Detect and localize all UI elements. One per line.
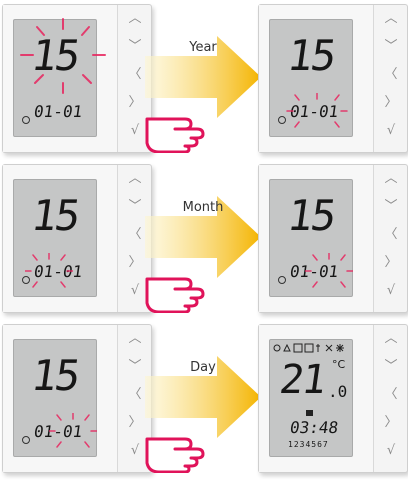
down-button[interactable]: ﹀ <box>381 39 401 55</box>
step-year: 15 01-01 ︿ ﹀ 〈 〉 √ Year 15 01-01 ︿ ﹀ 〈 〉… <box>0 2 408 153</box>
blink-burst-icon <box>20 18 106 94</box>
blink-burst-icon <box>286 93 348 128</box>
clock-digits: 03:48 <box>288 418 340 437</box>
step-month: 15 01-01 ︿ ﹀ 〈 〉 √ Month 15 01-01 ︿ ﹀ 〈 … <box>0 162 408 313</box>
left-button[interactable]: 〈 <box>381 227 401 243</box>
thermostat-before: 15 01-01 ︿ ﹀ 〈 〉 √ <box>2 324 152 473</box>
pointing-hand-icon <box>145 117 205 153</box>
step-day: 15 01-01 ︿ ﹀ 〈 〉 √ Day 21 °C .0 03:48 12… <box>0 322 408 473</box>
up-button[interactable]: ︿ <box>125 11 145 27</box>
right-button[interactable]: 〉 <box>125 415 145 431</box>
temperature-digits: 21 <box>276 357 328 403</box>
status-ring-icon <box>278 276 286 284</box>
down-button[interactable]: ﹀ <box>125 39 145 55</box>
left-button[interactable]: 〈 <box>125 387 145 403</box>
down-button[interactable]: ﹀ <box>125 359 145 375</box>
thermostat-before: 15 01-01 ︿ ﹀ 〈 〉 √ <box>2 4 152 153</box>
blink-burst-icon <box>49 413 97 448</box>
right-button[interactable]: 〉 <box>381 415 401 431</box>
thermostat-before: 15 01-01 ︿ ﹀ 〈 〉 √ <box>2 164 152 313</box>
down-button[interactable]: ﹀ <box>125 199 145 215</box>
pointing-hand-icon <box>145 277 205 313</box>
right-button[interactable]: 〉 <box>125 255 145 271</box>
left-button[interactable]: 〈 <box>381 67 401 83</box>
right-button[interactable]: 〉 <box>381 95 401 111</box>
temperature-unit: °C <box>332 358 346 371</box>
down-button[interactable]: ﹀ <box>381 199 401 215</box>
step-label: Day <box>190 360 216 375</box>
step-label: Year <box>189 40 217 55</box>
left-button[interactable]: 〈 <box>125 227 145 243</box>
up-button[interactable]: ︿ <box>125 331 145 347</box>
up-button[interactable]: ︿ <box>381 331 401 347</box>
temperature-decimal: .0 <box>328 382 348 401</box>
lcd-screen: 21 °C .0 03:48 1234567 <box>269 339 353 457</box>
ok-button[interactable]: √ <box>381 443 401 459</box>
ok-button[interactable]: √ <box>125 123 145 139</box>
ok-button[interactable]: √ <box>125 283 145 299</box>
left-button[interactable]: 〈 <box>381 387 401 403</box>
right-button[interactable]: 〉 <box>381 255 401 271</box>
year-digits: 15 <box>284 31 338 80</box>
button-column: ︿ ﹀ 〈 〉 √ <box>375 165 407 312</box>
year-digits: 15 <box>28 191 82 240</box>
thermostat-after: 15 01-01 ︿ ﹀ 〈 〉 √ <box>258 164 408 313</box>
thermostat-after: 15 01-01 ︿ ﹀ 〈 〉 √ <box>258 4 408 153</box>
status-ring-icon <box>22 436 30 444</box>
weekday-digits: 1234567 <box>288 440 329 449</box>
date-digits: 01-01 <box>32 102 84 121</box>
up-button[interactable]: ︿ <box>381 171 401 187</box>
year-digits: 15 <box>28 351 82 400</box>
up-button[interactable]: ︿ <box>125 171 145 187</box>
button-column: ︿ ﹀ 〈 〉 √ <box>375 5 407 152</box>
year-digits: 15 <box>284 191 338 240</box>
down-button[interactable]: ﹀ <box>381 359 401 375</box>
step-label: Month <box>182 200 224 215</box>
button-column: ︿ ﹀ 〈 〉 √ <box>375 325 407 472</box>
right-button[interactable]: 〉 <box>125 95 145 111</box>
up-button[interactable]: ︿ <box>381 11 401 27</box>
thermostat-home: 21 °C .0 03:48 1234567 ︿ ﹀ 〈 〉 √ <box>258 324 408 473</box>
status-icons <box>273 343 344 353</box>
ok-button[interactable]: √ <box>381 283 401 299</box>
battery-icon <box>306 410 313 416</box>
blink-burst-icon <box>25 253 73 288</box>
pointing-hand-icon <box>145 437 205 473</box>
status-ring-icon <box>22 116 30 124</box>
ok-button[interactable]: √ <box>125 443 145 459</box>
ok-button[interactable]: √ <box>381 123 401 139</box>
left-button[interactable]: 〈 <box>125 67 145 83</box>
blink-burst-icon <box>305 253 353 288</box>
